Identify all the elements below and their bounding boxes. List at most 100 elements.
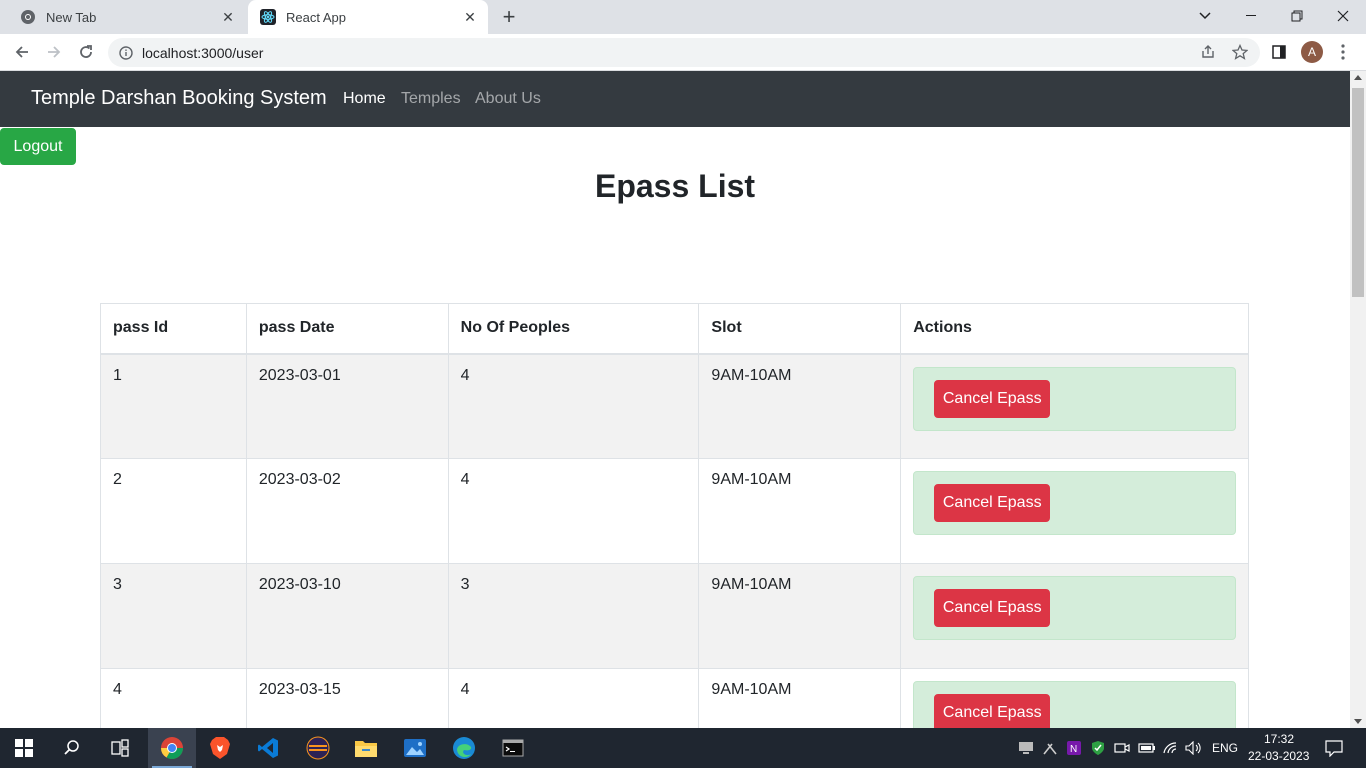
scrollbar-thumb[interactable] [1352, 88, 1364, 297]
navbar-brand[interactable]: Temple Darshan Booking System [31, 87, 327, 110]
actions-cell: Cancel Epass [900, 563, 1249, 669]
action-alert-box: Cancel Epass [913, 576, 1236, 640]
chrome-taskbar-icon[interactable] [148, 728, 196, 768]
vscode-icon[interactable] [244, 728, 292, 768]
close-window-button[interactable] [1320, 0, 1366, 32]
nav-link-temples[interactable]: Temples [401, 90, 461, 108]
photos-icon[interactable] [391, 728, 439, 768]
browser-toolbar: localhost:3000/user A [0, 34, 1366, 71]
page-scrollbar[interactable] [1350, 71, 1366, 728]
cancel-epass-button[interactable]: Cancel Epass [934, 484, 1051, 522]
reload-icon[interactable] [74, 40, 98, 64]
slot-cell: 9AM-10AM [698, 668, 902, 728]
profile-avatar[interactable]: A [1301, 41, 1323, 63]
column-header: No Of Peoples [447, 303, 700, 355]
address-bar[interactable]: localhost:3000/user [108, 38, 1260, 67]
actions-cell: Cancel Epass [900, 353, 1249, 459]
logout-button[interactable]: Logout [0, 128, 76, 165]
back-arrow-icon[interactable] [10, 40, 34, 64]
tab-react-app[interactable]: React App ✕ [248, 0, 488, 34]
side-panel-icon[interactable] [1269, 42, 1289, 62]
column-header: Actions [900, 303, 1249, 355]
clock-date[interactable]: 22-03-2023 [1248, 749, 1309, 763]
volume-icon[interactable] [1185, 739, 1203, 757]
camera-icon[interactable] [1113, 739, 1131, 757]
table-row: 4 2023-03-15 4 9AM-10AM Cancel Epass [100, 668, 1249, 728]
people-count-cell: 4 [447, 353, 700, 459]
restore-button[interactable] [1274, 0, 1320, 32]
people-count-cell: 4 [447, 458, 700, 564]
search-icon[interactable] [48, 728, 96, 768]
cancel-epass-button[interactable]: Cancel Epass [934, 694, 1051, 728]
pass-date-cell: 2023-03-10 [245, 563, 449, 669]
tab-title: React App [286, 9, 346, 25]
actions-cell: Cancel Epass [900, 458, 1249, 564]
action-alert-box: Cancel Epass [913, 471, 1236, 535]
terminal-icon[interactable] [489, 728, 537, 768]
onenote-icon[interactable]: N [1065, 739, 1083, 757]
nav-link-about-us[interactable]: About Us [475, 90, 541, 108]
share-icon[interactable] [1198, 42, 1218, 62]
slot-cell: 9AM-10AM [698, 563, 902, 669]
actions-cell: Cancel Epass [900, 668, 1249, 728]
pass-date-cell: 2023-03-01 [245, 353, 449, 459]
pass-date-cell: 2023-03-02 [245, 458, 449, 564]
brave-icon[interactable] [196, 728, 244, 768]
column-header: pass Date [245, 303, 449, 355]
close-icon[interactable]: ✕ [460, 7, 480, 27]
scroll-down-arrow-icon[interactable] [1354, 719, 1362, 724]
table-row: 1 2023-03-01 4 9AM-10AM Cancel Epass [100, 353, 1249, 459]
pass-id-cell: 2 [100, 458, 247, 564]
eclipse-icon[interactable] [294, 728, 342, 768]
windows-start-icon[interactable] [0, 728, 48, 768]
browser-tab-strip: New Tab ✕ React App ✕ + [0, 0, 1366, 34]
svg-text:N: N [1070, 744, 1077, 755]
forward-arrow-icon[interactable] [42, 40, 66, 64]
pass-id-cell: 4 [100, 668, 247, 728]
file-explorer-icon[interactable] [342, 728, 390, 768]
info-icon[interactable] [118, 45, 134, 61]
battery-icon[interactable] [1138, 739, 1156, 757]
column-header: Slot [698, 303, 902, 355]
page-title: Epass List [594, 168, 756, 204]
chrome-icon [20, 9, 36, 25]
monitor-icon[interactable] [1017, 739, 1035, 757]
url-text: localhost:3000/user [142, 44, 264, 61]
language-indicator[interactable]: ENG [1212, 741, 1238, 755]
nav-link-home[interactable]: Home [343, 90, 386, 108]
tab-title: New Tab [46, 9, 97, 25]
epass-table: pass Id pass Date No Of Peoples Slot Act… [100, 303, 1249, 728]
new-tab-button[interactable]: + [497, 4, 521, 29]
menu-dots-icon[interactable] [1336, 42, 1350, 62]
action-alert-box: Cancel Epass [913, 681, 1236, 728]
cancel-epass-button[interactable]: Cancel Epass [934, 589, 1051, 627]
wifi-icon[interactable] [1162, 739, 1180, 757]
security-shield-icon[interactable] [1089, 739, 1107, 757]
tab-new-tab[interactable]: New Tab ✕ [8, 0, 246, 34]
pass-id-cell: 1 [100, 353, 247, 459]
page-viewport: Temple Darshan Booking System Home Templ… [0, 71, 1350, 728]
top-navbar: Temple Darshan Booking System Home Templ… [0, 71, 1350, 127]
column-header: pass Id [100, 303, 247, 355]
minimize-button[interactable] [1228, 0, 1274, 32]
notification-icon[interactable] [1324, 738, 1344, 758]
slot-cell: 9AM-10AM [698, 353, 902, 459]
edge-icon[interactable] [440, 728, 488, 768]
windows-taskbar: N ENG 17:32 22-03-2023 [0, 728, 1366, 768]
network-tools-icon[interactable] [1041, 739, 1059, 757]
pass-date-cell: 2023-03-15 [245, 668, 449, 728]
bookmark-star-icon[interactable] [1230, 42, 1250, 62]
slot-cell: 9AM-10AM [698, 458, 902, 564]
task-view-icon[interactable] [96, 728, 144, 768]
profile-initial: A [1307, 45, 1316, 59]
cancel-epass-button[interactable]: Cancel Epass [934, 379, 1051, 418]
react-icon [260, 9, 276, 25]
people-count-cell: 3 [447, 563, 700, 669]
people-count-cell: 4 [447, 668, 700, 728]
scroll-up-arrow-icon[interactable] [1354, 75, 1362, 80]
clock-time[interactable]: 17:32 [1264, 732, 1294, 746]
table-row: 2 2023-03-02 4 9AM-10AM Cancel Epass [100, 458, 1249, 564]
table-header-row: pass Id pass Date No Of Peoples Slot Act… [100, 303, 1249, 355]
tab-search-chevron-icon[interactable] [1182, 0, 1228, 32]
close-icon[interactable]: ✕ [218, 7, 238, 27]
